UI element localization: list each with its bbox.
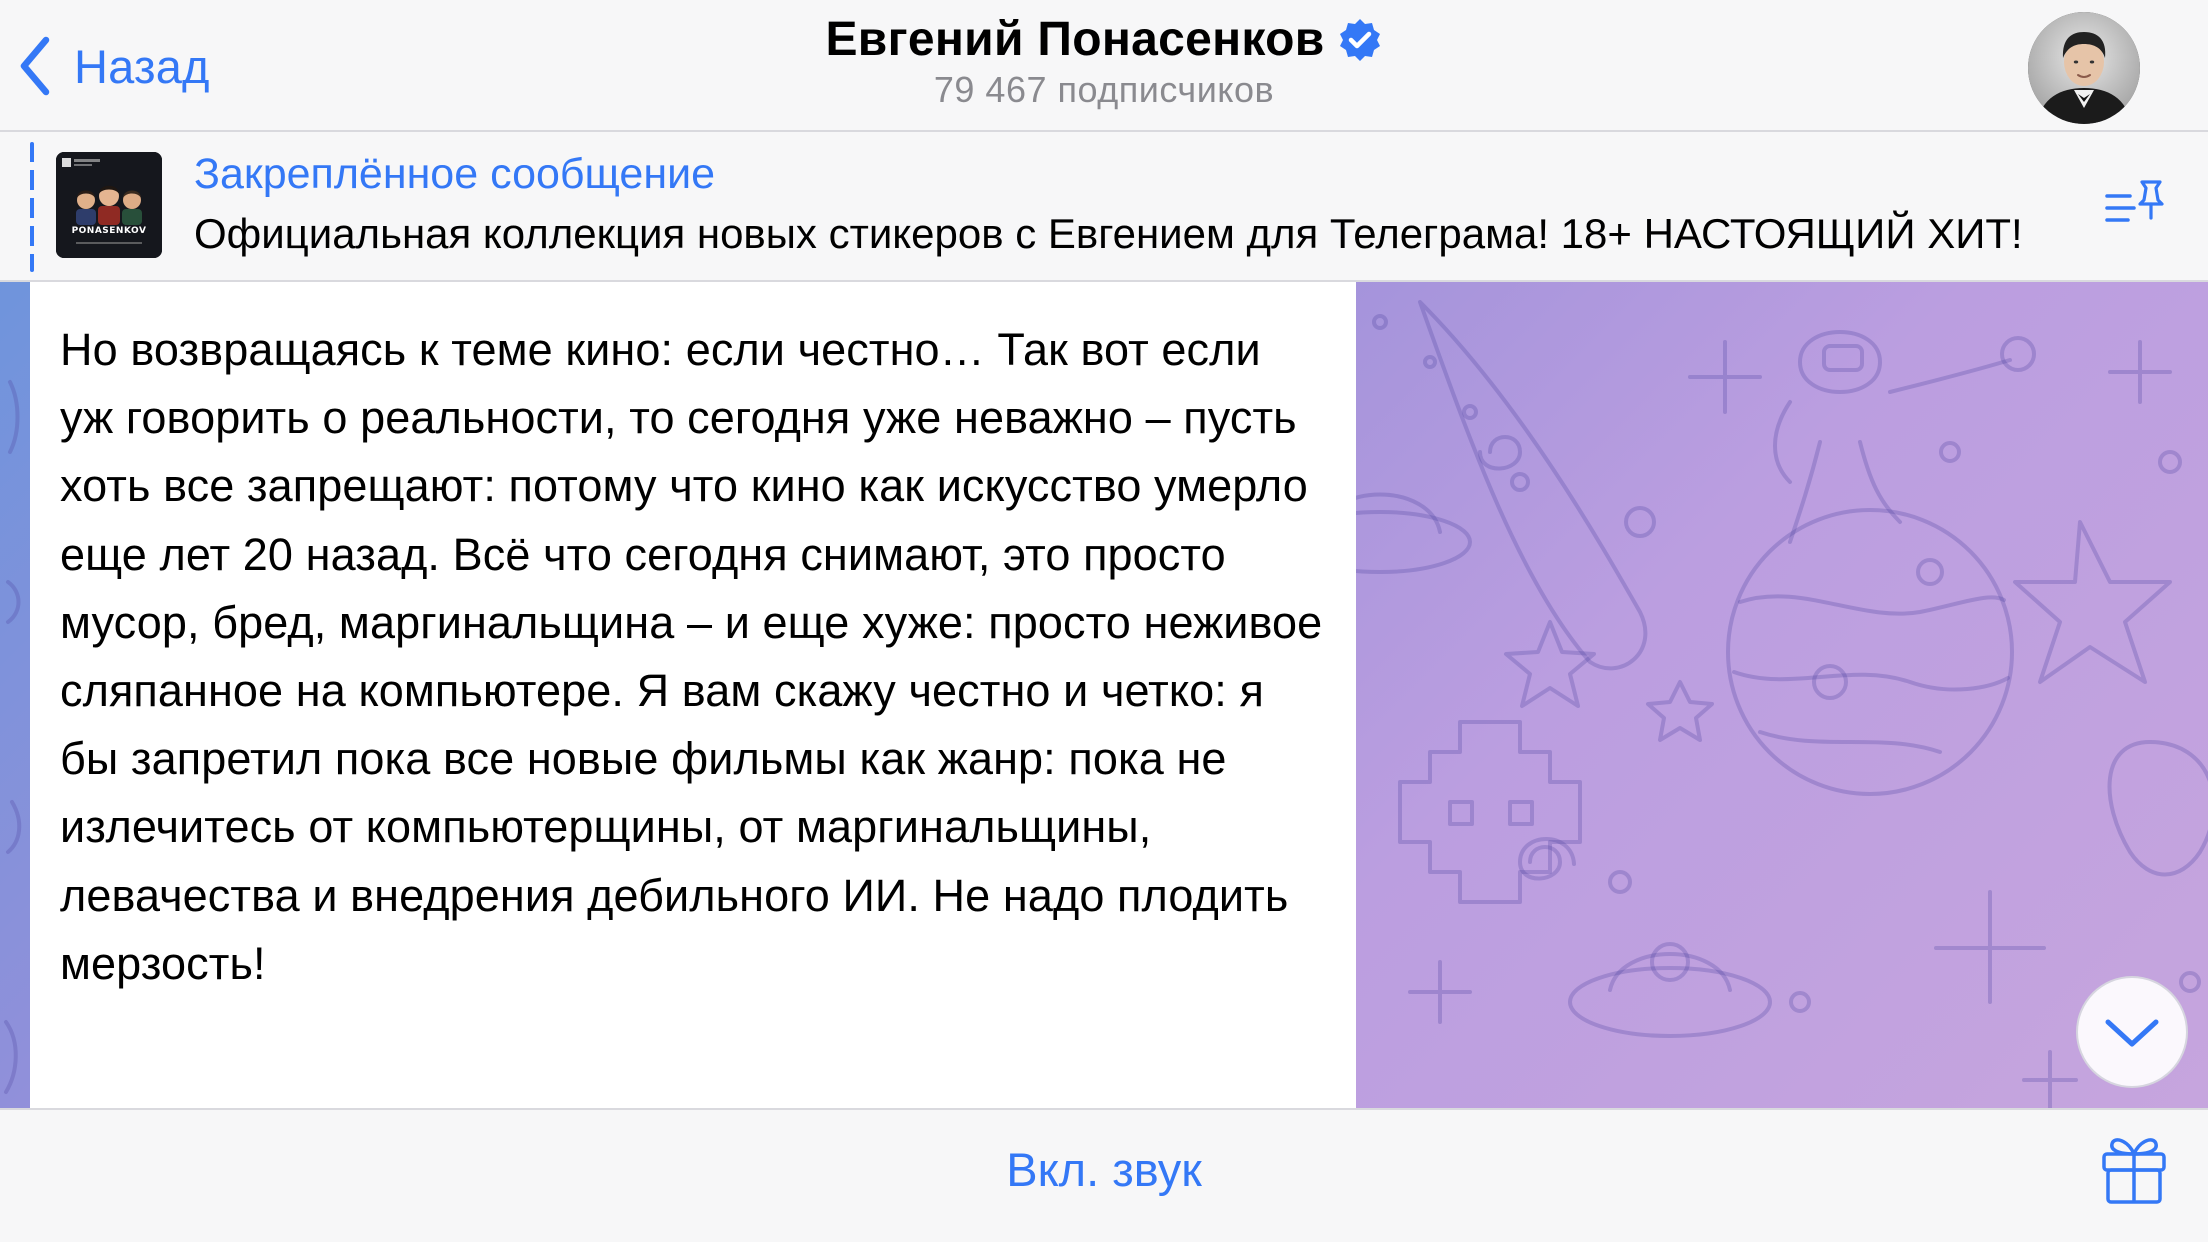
navigation-header: Назад Евгений Понасенков 79 467 подписчи… [0,0,2208,132]
chat-area[interactable]: Но возвращаясь к теме кино: если честно…… [0,282,2208,1108]
pinned-list-icon [2105,180,2164,222]
chevron-left-icon [20,36,50,96]
pinned-message-bar[interactable]: PONASENKOV Закреплённое сообщение Официа… [0,132,2208,282]
gift-button[interactable] [2100,1130,2168,1211]
scroll-down-button[interactable] [2076,976,2188,1088]
subscriber-count: 79 467 подписчиков [933,69,1275,110]
pinned-thumbnail: PONASENKOV [56,152,162,258]
unmute-button-row: Вкл. звук [0,1142,2208,1197]
channel-title-block: Евгений Понасенков 79 467 подписчиков [0,12,2208,111]
pinned-text: Официальная коллекция новых стикеров с Е… [194,210,2023,257]
verified-badge-icon [1339,18,1380,61]
avatar-portrait-icon [2028,12,2140,124]
gift-icon [2102,1138,2166,1204]
pinned-thumbnail-label: PONASENKOV [71,226,147,236]
unmute-button[interactable]: Вкл. звук [1006,1143,1202,1196]
message-text: Но возвращаясь к теме кино: если честно…… [60,324,1323,989]
message-bubble[interactable]: Но возвращаясь к теме кино: если честно…… [30,282,1356,1108]
bottom-bar: Вкл. звук [0,1108,2208,1242]
channel-name: Евгений Понасенков [825,13,1325,66]
pinned-title: Закреплённое сообщение [194,150,716,198]
back-button[interactable]: Назад [18,30,210,102]
channel-avatar[interactable] [2028,12,2140,124]
back-label: Назад [74,39,210,93]
pinned-list-button[interactable] [2104,178,2166,239]
chevron-down-icon [2105,1019,2159,1047]
pinned-indicator [30,142,34,272]
sticker-pack-preview-icon [56,152,162,258]
